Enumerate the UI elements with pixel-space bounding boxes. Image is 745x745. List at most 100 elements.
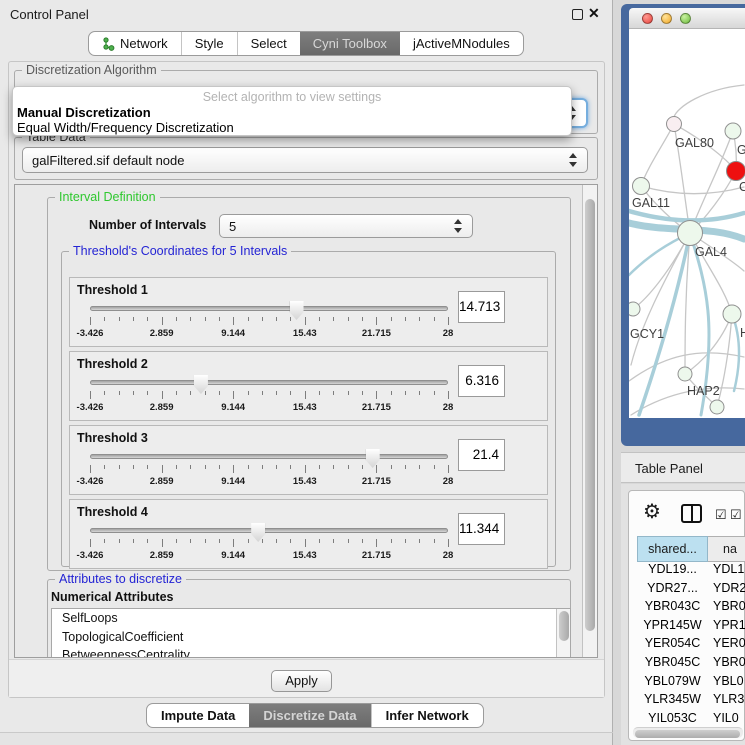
tick-label: 28 [443,550,454,561]
table-row[interactable]: YBR043CYBR0 [637,599,745,618]
gear-icon[interactable]: ⚙ [643,499,661,524]
checkbox-icon[interactable]: ☑ [730,507,742,523]
tab-style[interactable]: Style [181,32,237,55]
tick-label: 21.715 [362,328,391,339]
threshold-slider: -3.4262.8599.14415.4321.71528 [90,522,450,562]
tick-label: 2.859 [150,550,174,561]
attribute-item[interactable]: BetweennessCentrality [52,646,570,658]
attribute-item[interactable]: SelfLoops [52,609,570,628]
threshold-value-field[interactable]: 6.316 [458,365,505,397]
network-node[interactable] [727,162,745,181]
tick-label: 2.859 [150,328,174,339]
slider-tick-labels: -3.4262.8599.14415.4321.71528 [90,402,448,413]
network-view-window: GAL80GACGAL11GAL4GCY1HHAP2 [621,4,745,446]
threshold-slider: -3.4262.8599.14415.4321.71528 [90,300,450,340]
cell-shared-name: YDR27... [637,581,708,600]
network-node-label: H [740,326,745,340]
tab-impute-data[interactable]: Impute Data [147,704,249,727]
number-of-intervals-combobox[interactable]: 5 [219,214,473,238]
tab-jactivemnodules[interactable]: jActiveMNodules [400,32,523,55]
table-row[interactable]: YER054CYER0 [637,636,745,655]
float-icon[interactable] [572,9,583,20]
algorithm-dropdown-popup: Select algorithm to view settings Manual… [12,86,572,136]
network-node[interactable] [725,123,741,139]
threshold-value-field[interactable]: 14.713 [458,291,505,323]
table-hscrollbar-thumb[interactable] [635,730,740,738]
node-table-card: ⚙ ☑ ☑ shared... na YDL19...YDL1YDR27...Y… [628,490,745,741]
network-node[interactable] [629,302,640,316]
table-data-combobox-value: galFiltered.sif default node [32,153,184,168]
threshold-slider: -3.4262.8599.14415.4321.71528 [90,374,450,414]
split-columns-icon[interactable] [681,504,702,523]
cell-name: YLR3 [708,692,745,711]
apply-button[interactable]: Apply [271,670,332,692]
minimize-traffic-light[interactable] [661,13,672,24]
tick-label: 15.43 [293,328,317,339]
close-icon[interactable]: ✕ [588,5,600,22]
network-canvas[interactable]: GAL80GACGAL11GAL4GCY1HHAP2 [629,29,745,418]
attribute-list-scrollbar-thumb[interactable] [559,611,569,641]
cell-shared-name: YLR345W [637,692,708,711]
tab-select[interactable]: Select [237,32,300,55]
cell-shared-name: YBR045C [637,655,708,674]
dropdown-option-manual-discretization[interactable]: Manual Discretization [17,105,151,120]
network-node[interactable] [633,178,650,195]
close-traffic-light[interactable] [642,13,653,24]
slider-track[interactable] [90,306,448,311]
attribute-list-scrollbar[interactable] [556,609,570,658]
table-horizontal-scrollbar[interactable] [633,727,743,738]
number-of-intervals-value: 5 [229,219,236,234]
tick-label: 28 [443,476,454,487]
tab-network[interactable]: Network [89,32,181,55]
tick-label: 21.715 [362,550,391,561]
tab-cyni-toolbox[interactable]: Cyni Toolbox [300,32,400,55]
slider-tick-labels: -3.4262.8599.14415.4321.71528 [90,550,448,561]
threshold-panel: Threshold 3-3.4262.8599.14415.4321.71528… [69,425,548,495]
settings-scrollbar-thumb[interactable] [585,199,595,631]
tick-label: 9.144 [221,402,245,413]
slider-track[interactable] [90,454,448,459]
table-panel-body: ⚙ ☑ ☑ shared... na YDL19...YDL1YDR27...Y… [621,484,745,745]
network-node[interactable] [678,221,703,246]
slider-track[interactable] [90,380,448,385]
network-window-titlebar[interactable] [629,8,745,29]
tick-label: 2.859 [150,402,174,413]
cell-shared-name: YER054C [637,636,708,655]
tab-infer-network[interactable]: Infer Network [371,704,483,727]
table-row[interactable]: YLR345WYLR3 [637,692,745,711]
threshold-value-field[interactable]: 11.344 [458,513,505,545]
tick-label: 2.859 [150,476,174,487]
threshold-label: Threshold 2 [77,357,148,371]
column-header-shared-name[interactable]: shared... [637,536,708,562]
tab-network-label: Network [120,36,168,51]
bottom-tab-bar: Impute Data Discretize Data Infer Networ… [146,703,484,728]
network-node[interactable] [710,400,724,414]
settings-scrollbar[interactable] [582,185,597,657]
threshold-value-field[interactable]: 21.4 [458,439,505,471]
cell-name: YBR0 [708,655,745,674]
zoom-traffic-light[interactable] [680,13,691,24]
network-node-label: HAP2 [687,384,720,398]
column-header-name[interactable]: na [708,536,745,562]
checkbox-icon[interactable]: ☑ [715,507,727,523]
tick-label: -3.426 [77,402,104,413]
tab-discretize-data[interactable]: Discretize Data [249,704,370,727]
table-row[interactable]: YBR045CYBR0 [637,655,745,674]
network-node[interactable] [667,117,682,132]
attribute-item[interactable]: TopologicalCoefficient [52,628,570,647]
network-icon [102,37,115,51]
dropdown-option-equal-width-frequency[interactable]: Equal Width/Frequency Discretization [17,120,234,135]
slider-track[interactable] [90,528,448,533]
table-row[interactable]: YBL079WYBL0 [637,674,745,693]
interval-definition-group-title: Interval Definition [55,190,160,204]
threshold-panel: Threshold 1-3.4262.8599.14415.4321.71528… [69,277,548,347]
window-bottom-margin [0,733,612,745]
network-node[interactable] [678,367,692,381]
table-row[interactable]: YDR27...YDR2 [637,581,745,600]
table-row[interactable]: YPR145WYPR1 [637,618,745,637]
table-data-combobox[interactable]: galFiltered.sif default node [22,147,588,173]
network-node-label: GAL80 [675,136,714,150]
tick-label: 9.144 [221,550,245,561]
network-node[interactable] [723,305,741,323]
table-row[interactable]: YDL19...YDL1 [637,562,745,581]
